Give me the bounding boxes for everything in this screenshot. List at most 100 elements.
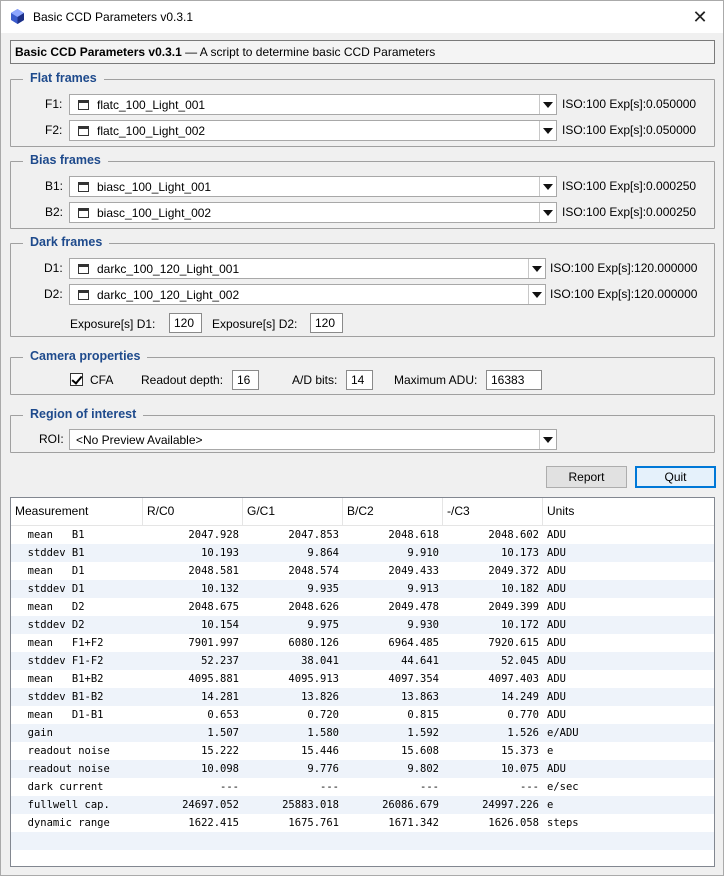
chevron-down-icon[interactable] (539, 203, 556, 222)
chevron-down-icon[interactable] (539, 177, 556, 196)
measurement-cell: stddev B1 (15, 547, 85, 559)
b-c2-cell: --- (420, 781, 439, 793)
table-row[interactable]: mean B1+B2 4095.881 4095.913 4097.354 4097.4… (11, 670, 714, 688)
table-row[interactable]: mean B1 2047.928 2047.853 2048.618 2048.602 A… (11, 526, 714, 544)
results-table[interactable]: Measurement R/C0 G/C1 B/C2 -/C3 Units me… (10, 497, 715, 867)
r-c0-cell: 2048.675 (188, 601, 239, 613)
r-c0-cell: 2047.928 (188, 529, 239, 541)
r-c0-cell: 10.193 (201, 547, 239, 559)
r-c0-cell: 15.222 (201, 745, 239, 757)
f1-select[interactable]: flatc_100_Light_001 (69, 94, 557, 115)
b-c2-cell: 9.913 (407, 583, 439, 595)
r-c0-cell: 52.237 (201, 655, 239, 667)
table-row[interactable]: stddev D1 10.132 9.935 9.913 10.182 ADU (11, 580, 714, 598)
exposure-d2-input[interactable]: 120 (310, 313, 343, 333)
units-cell: ADU (547, 763, 566, 775)
table-row[interactable]: mean D1-B1 0.653 0.720 0.815 0.770 ADU (11, 706, 714, 724)
measurement-cell: readout noise (15, 763, 110, 775)
image-window-icon (78, 126, 89, 136)
chevron-down-icon[interactable] (528, 259, 545, 278)
f2-select[interactable]: flatc_100_Light_002 (69, 120, 557, 141)
chevron-down-icon[interactable] (528, 285, 545, 304)
column-header-units[interactable]: Units (543, 498, 714, 526)
table-row[interactable]: mean D1 2048.581 2048.574 2049.433 2049.372 A… (11, 562, 714, 580)
exposure-d1-label: Exposure[s] D1: (70, 317, 156, 331)
c3-cell: 15.373 (501, 745, 539, 757)
d2-select[interactable]: darkc_100_120_Light_002 (69, 284, 546, 305)
group-legend-dark: Dark frames (23, 235, 110, 249)
d1-select[interactable]: darkc_100_120_Light_001 (69, 258, 546, 279)
title-bar[interactable]: Basic CCD Parameters v0.3.1 ✕ (1, 1, 723, 33)
table-row[interactable]: gain 1.507 1.580 1.592 1.526 e/ADU (11, 724, 714, 742)
group-legend-roi: Region of interest (23, 407, 144, 421)
maximum-adu-input[interactable]: 16383 (486, 370, 542, 390)
g-c1-cell: 15.446 (301, 745, 339, 757)
measurement-cell: mean D1-B1 (15, 709, 104, 721)
c3-cell: 10.173 (501, 547, 539, 559)
b1-select[interactable]: biasc_100_Light_001 (69, 176, 557, 197)
cfa-label: CFA (90, 373, 114, 387)
r-c0-cell: 10.132 (201, 583, 239, 595)
table-row[interactable]: readout noise 10.098 9.776 9.802 10.075 ADU (11, 760, 714, 778)
units-cell: steps (547, 817, 579, 829)
b-c2-cell: 1671.342 (388, 817, 439, 829)
table-row[interactable]: stddev F1-F2 52.237 38.041 44.641 52.045 ADU (11, 652, 714, 670)
chevron-down-icon[interactable] (539, 121, 556, 140)
group-legend-flat: Flat frames (23, 71, 104, 85)
g-c1-cell: 25883.018 (282, 799, 339, 811)
column-header-measurement[interactable]: Measurement (11, 498, 143, 526)
bias-frames-group: Bias frames B1: biasc_100_Light_001 ISO:… (10, 153, 715, 229)
units-cell: ADU (547, 619, 566, 631)
c3-cell: 2049.372 (488, 565, 539, 577)
table-row[interactable]: mean D2 2048.675 2048.626 2049.478 2049.399 A… (11, 598, 714, 616)
column-header-c3[interactable]: -/C3 (443, 498, 543, 526)
table-row[interactable]: dark current --- --- --- --- e/sec (11, 778, 714, 796)
exposure-d1-input[interactable]: 120 (169, 313, 202, 333)
chevron-down-icon[interactable] (539, 430, 556, 449)
g-c1-cell: 2047.853 (288, 529, 339, 541)
column-header-b-c2[interactable]: B/C2 (343, 498, 443, 526)
column-header-g-c1[interactable]: G/C1 (243, 498, 343, 526)
r-c0-cell: 2048.581 (188, 565, 239, 577)
close-icon[interactable]: ✕ (685, 5, 715, 29)
measurement-cell: mean F1+F2 (15, 637, 104, 649)
script-name: Basic CCD Parameters v0.3.1 (15, 45, 182, 59)
quit-button[interactable]: Quit (635, 466, 716, 488)
image-window-icon (78, 290, 89, 300)
r-c0-cell: 0.653 (207, 709, 239, 721)
ad-bits-input[interactable]: 14 (346, 370, 373, 390)
measurement-cell: mean B1+B2 (15, 673, 104, 685)
c3-cell: 10.172 (501, 619, 539, 631)
b-c2-cell: 2049.478 (388, 601, 439, 613)
group-legend-camera: Camera properties (23, 349, 148, 363)
f2-info: ISO:100 Exp[s]:0.050000 (562, 123, 697, 137)
report-button[interactable]: Report (546, 466, 627, 488)
window-title: Basic CCD Parameters v0.3.1 (33, 10, 194, 24)
table-row[interactable]: stddev B1-B2 14.281 13.826 13.863 14.249 ADU (11, 688, 714, 706)
b-c2-cell: 44.641 (401, 655, 439, 667)
units-cell: e (547, 799, 554, 811)
table-row[interactable]: stddev D2 10.154 9.975 9.930 10.172 ADU (11, 616, 714, 634)
b-c2-cell: 9.802 (407, 763, 439, 775)
c3-cell: 7920.615 (488, 637, 539, 649)
table-row[interactable]: dynamic range 1622.415 1675.761 1671.342 162… (11, 814, 714, 832)
table-row[interactable]: readout noise 15.222 15.446 15.608 15.373 e (11, 742, 714, 760)
c3-cell: 1626.058 (488, 817, 539, 829)
roi-select[interactable]: <No Preview Available> (69, 429, 557, 450)
b-c2-cell: 13.863 (401, 691, 439, 703)
b-c2-cell: 9.910 (407, 547, 439, 559)
readout-depth-input[interactable]: 16 (232, 370, 259, 390)
table-row[interactable]: mean F1+F2 7901.997 6080.126 6964.485 7920.6… (11, 634, 714, 652)
column-header-r-c0[interactable]: R/C0 (143, 498, 243, 526)
table-row[interactable]: fullwell cap. 24697.052 25883.018 26086.679… (11, 796, 714, 814)
g-c1-cell: 1675.761 (288, 817, 339, 829)
cfa-checkbox[interactable] (70, 373, 83, 386)
roi-group: Region of interest ROI: <No Preview Avai… (10, 407, 715, 453)
b2-select[interactable]: biasc_100_Light_002 (69, 202, 557, 223)
chevron-down-icon[interactable] (539, 95, 556, 114)
b1-label: B1: (45, 179, 64, 193)
measurement-cell: dark current (15, 781, 104, 793)
table-row[interactable]: stddev B1 10.193 9.864 9.910 10.173 ADU (11, 544, 714, 562)
c3-cell: 14.249 (501, 691, 539, 703)
g-c1-cell: 2048.626 (288, 601, 339, 613)
